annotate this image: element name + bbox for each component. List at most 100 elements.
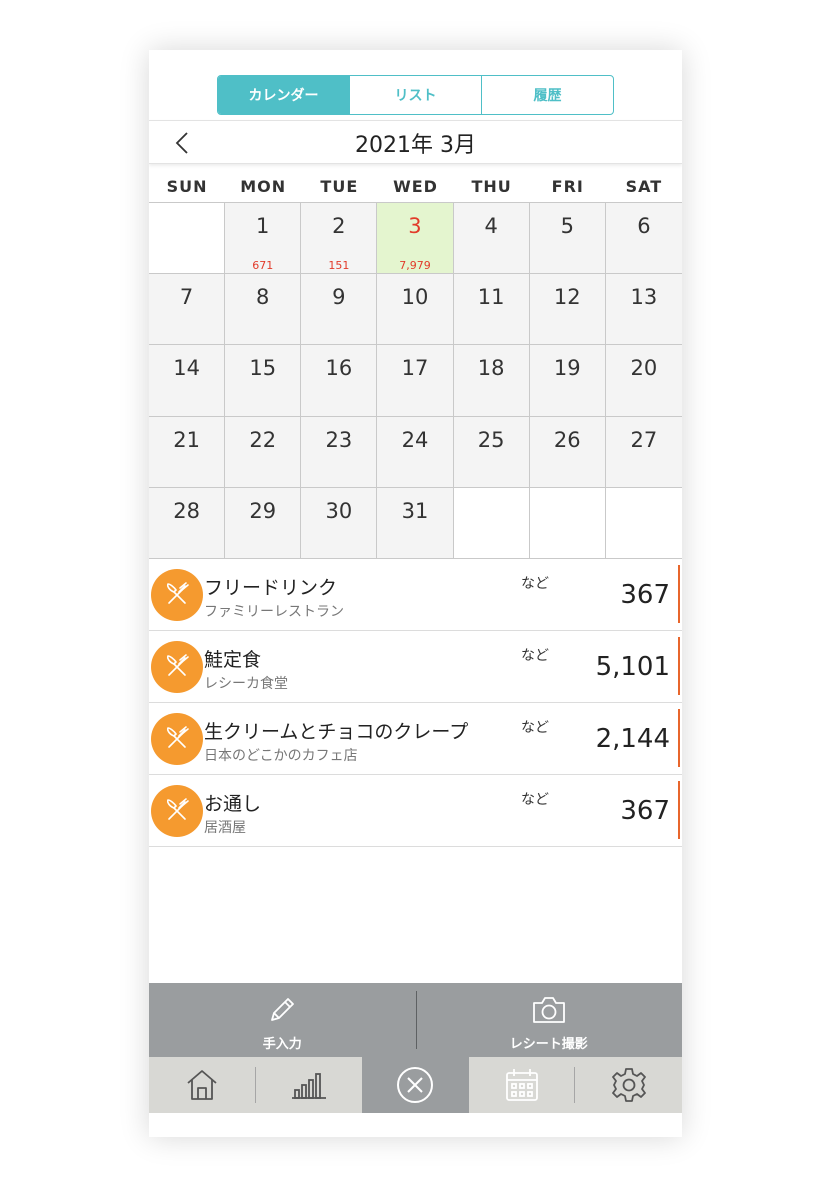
day-amount: 7,979 [399,259,431,272]
weekday-header: SUN MON TUE WED THU FRI SAT [149,170,682,202]
fork-knife-icon [151,785,203,837]
day-number: 28 [173,498,200,523]
calendar-empty-cell [149,203,226,275]
home-icon [187,1070,217,1100]
receipt-etc: など [521,648,549,664]
day-number: 26 [553,427,581,452]
tab-list[interactable]: リスト [350,76,482,114]
weekday-sun: SUN [166,176,208,196]
calendar-day-cell[interactable]: 27 [605,416,682,488]
receipt-list: フリードリンク ファミリーレストラン など 367 鮭定食 レシーカ食堂 など … [149,559,682,847]
calendar-day-cell[interactable]: 5 [529,203,606,275]
calendar-day-cell[interactable]: 28 [149,487,226,559]
receipt-row[interactable]: 鮭定食 レシーカ食堂 など 5,101 [149,631,682,703]
weekday-wed: WED [393,176,438,196]
day-number: 9 [332,285,346,310]
chevron-left-icon [175,132,188,154]
manual-entry-button[interactable]: 手入力 [149,983,416,1057]
month-title: 2021年 3月 [355,133,476,158]
day-amount: 151 [328,259,350,272]
tab-close[interactable] [362,1057,469,1113]
receipt-camera-label: レシート撮影 [509,1037,588,1052]
tab-calendar[interactable]: カレンダー [218,76,350,114]
calendar-day-cell[interactable]: 11 [453,274,530,346]
calendar-day-cell[interactable]: 17 [377,345,454,417]
receipt-item: 鮭定食 [204,649,262,671]
receipt-price: 5,101 [595,652,670,682]
calendar-day-cell[interactable]: 7 [149,274,226,346]
weekday-sat: SAT [625,176,663,196]
fork-knife-icon [151,713,203,765]
calendar-day-cell[interactable]: 4 [453,203,530,275]
calendar-day-cell[interactable]: 12 [529,274,606,346]
day-number: 6 [637,214,651,238]
receipt-etc: など [521,720,549,736]
receipt-camera-button[interactable]: レシート撮影 [415,983,683,1057]
calendar-day-cell[interactable]: 23 [301,416,378,488]
calendar-day-cell[interactable]: 14 [149,345,226,417]
receipt-price: 2,144 [595,724,670,754]
day-number: 29 [249,498,277,523]
calendar-day-cell[interactable]: 16 [301,345,378,417]
receipt-row[interactable]: お通し 居酒屋 など 367 [149,775,682,847]
weekday-fri: FRI [551,176,584,196]
calendar-day-cell[interactable]: 9 [301,274,378,346]
day-number: 8 [256,285,270,310]
day-number: 24 [401,427,429,452]
day-number: 2 [332,214,346,238]
receipt-item: お通し [204,793,262,815]
calendar-day-cell[interactable]: 10 [377,274,454,346]
calendar-day-cell[interactable]: 18 [453,345,530,417]
day-number: 19 [553,356,581,381]
tab-history[interactable]: 履歴 [482,76,613,114]
price-accent-bar [678,709,680,767]
day-number: 17 [401,356,429,381]
calendar-day-cell[interactable]: 15 [225,345,302,417]
calendar-day-cell[interactable]: 30 [301,487,378,559]
calendar-day-cell[interactable]: 2 151 [301,203,378,275]
receipt-shop: ファミリーレストラン [204,604,344,620]
calendar-day-cell[interactable]: 6 [605,203,682,275]
calendar-day-cell[interactable]: 13 [605,274,682,346]
day-number: 18 [477,356,505,381]
tab-calendar-nav[interactable] [469,1057,576,1113]
calendar-day-cell[interactable]: 20 [605,345,682,417]
calendar-empty-cell [453,487,530,559]
calendar-day-cell[interactable]: 8 [225,274,302,346]
gear-icon [611,1068,646,1102]
receipt-item: 生クリームとチョコのクレープ [204,721,469,743]
receipt-row[interactable]: フリードリンク ファミリーレストラン など 367 [149,559,682,631]
calendar-day-cell[interactable]: 19 [529,345,606,417]
price-accent-bar [678,637,680,695]
fork-knife-icon [151,641,203,693]
day-number: 4 [484,214,498,238]
tab-stats[interactable] [256,1057,363,1113]
day-number: 20 [630,356,658,381]
tab-settings[interactable] [575,1057,682,1113]
price-accent-bar [678,565,680,623]
calendar-day-cell[interactable]: 31 [377,487,454,559]
day-number: 21 [173,427,200,452]
calendar-day-cell[interactable]: 3 7,979 [377,203,454,275]
calendar-day-cell[interactable]: 29 [225,487,302,559]
month-header: 2021年 3月 [149,120,682,164]
day-number: 12 [553,285,581,310]
prev-month-button[interactable] [171,129,193,157]
day-number: 5 [560,214,574,238]
day-number: 14 [173,356,200,381]
calendar-day-cell[interactable]: 21 [149,416,226,488]
manual-entry-label: 手入力 [262,1037,302,1052]
month-title-wrap: 2021年 3月 [149,121,682,165]
calendar-day-cell[interactable]: 1 671 [225,203,302,275]
receipt-price: 367 [620,796,670,826]
app-screen: カレンダー リスト 履歴 2021年 3月 SUN MON TUE WED TH… [149,50,682,1137]
calendar-day-cell[interactable]: 22 [225,416,302,488]
bottom-tab-bar [149,1057,682,1113]
receipt-shop: 日本のどこかのカフェ店 [204,748,358,764]
calendar-day-cell[interactable]: 24 [377,416,454,488]
calendar-day-cell[interactable]: 25 [453,416,530,488]
calendar-day-cell[interactable]: 26 [529,416,606,488]
receipt-row[interactable]: 生クリームとチョコのクレープ 日本のどこかのカフェ店 など 2,144 [149,703,682,775]
tab-home[interactable] [149,1057,256,1113]
entry-action-bar: 手入力 レシート撮影 [149,983,682,1057]
